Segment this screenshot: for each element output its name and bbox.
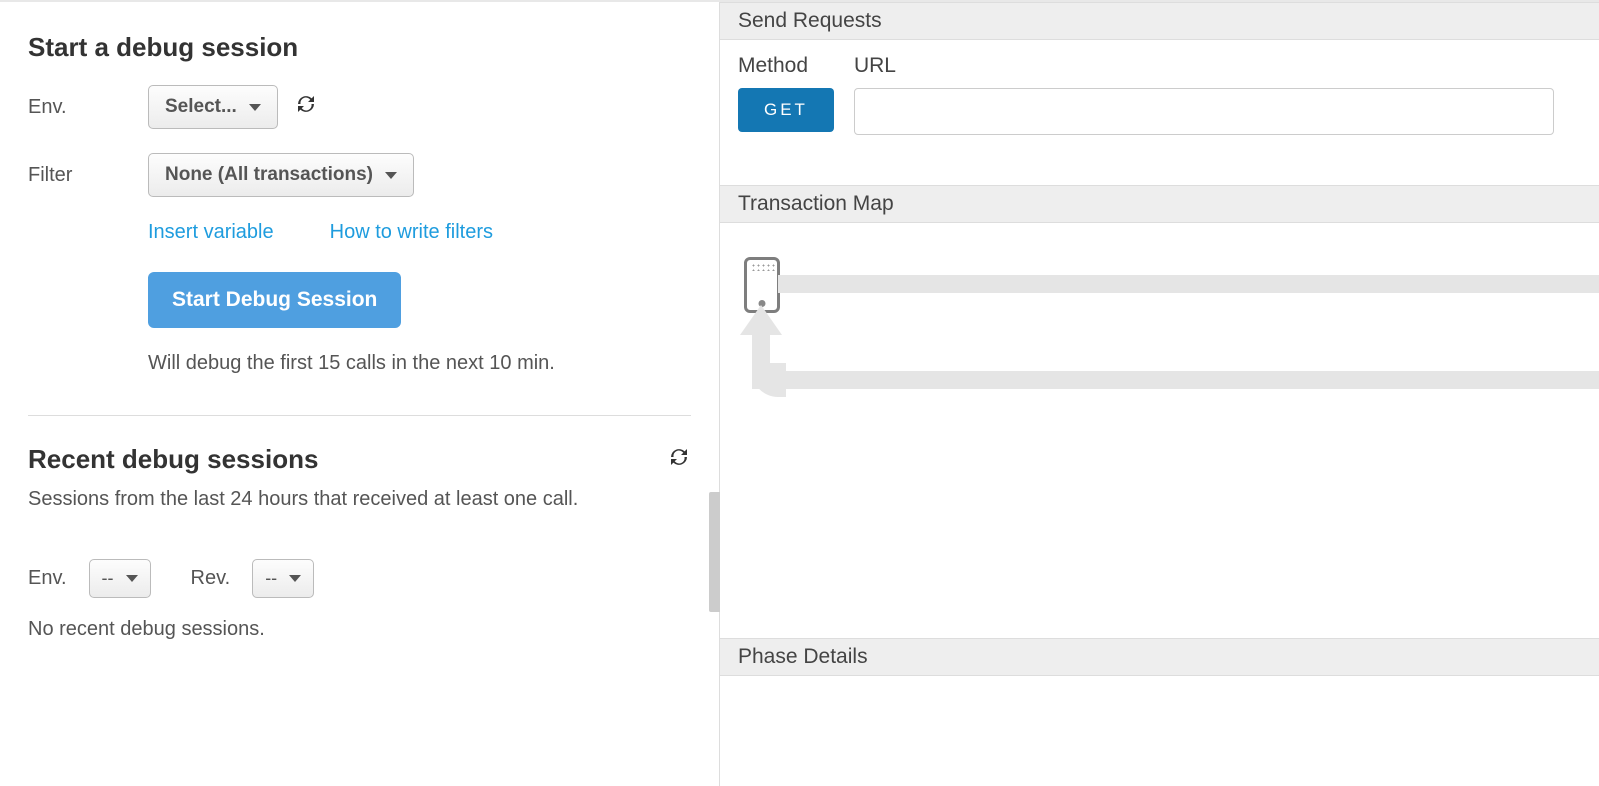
- left-panel: Start a debug session Env. Select... Fil…: [0, 2, 720, 786]
- url-label: URL: [854, 54, 1581, 78]
- recent-sessions-title: Recent debug sessions: [28, 444, 318, 475]
- caret-down-icon: [385, 172, 397, 179]
- how-to-write-filters-link[interactable]: How to write filters: [330, 221, 493, 244]
- panel-divider-handle[interactable]: [709, 492, 720, 612]
- recent-rev-dropdown[interactable]: --: [252, 559, 314, 598]
- env-dropdown[interactable]: Select...: [148, 85, 278, 129]
- send-requests-header: Send Requests: [720, 2, 1599, 40]
- flow-arrow: [752, 323, 770, 389]
- divider: [28, 415, 691, 416]
- recent-filters-row: Env. -- Rev. --: [28, 559, 691, 598]
- filter-dropdown-label: None (All transactions): [165, 164, 373, 186]
- filter-row: Filter None (All transactions): [28, 153, 691, 197]
- recent-env-dropdown-label: --: [102, 568, 114, 589]
- recent-env-dropdown[interactable]: --: [89, 559, 151, 598]
- transaction-map-body: [720, 223, 1599, 473]
- caret-down-icon: [126, 575, 138, 582]
- right-panel: Send Requests Method GET URL Transaction…: [720, 2, 1599, 786]
- no-recent-sessions-text: No recent debug sessions.: [28, 618, 691, 641]
- transaction-map-header: Transaction Map: [720, 185, 1599, 223]
- env-dropdown-label: Select...: [165, 96, 237, 118]
- phase-details-header: Phase Details: [720, 638, 1599, 676]
- url-column: URL: [854, 54, 1581, 135]
- start-help-text: Will debug the first 15 calls in the nex…: [148, 352, 691, 375]
- start-session-title: Start a debug session: [28, 32, 691, 63]
- filter-links-row: Insert variable How to write filters: [148, 221, 691, 244]
- arrow-up-icon: [740, 305, 782, 335]
- recent-rev-dropdown-label: --: [265, 568, 277, 589]
- method-dropdown[interactable]: GET: [738, 88, 834, 132]
- method-column: Method GET: [738, 54, 834, 135]
- filter-label: Filter: [28, 164, 148, 187]
- env-row: Env. Select...: [28, 85, 691, 129]
- recent-sessions-header: Recent debug sessions: [28, 444, 691, 475]
- url-input[interactable]: [854, 88, 1554, 135]
- filter-dropdown[interactable]: None (All transactions): [148, 153, 414, 197]
- env-refresh-icon[interactable]: [294, 92, 318, 122]
- send-requests-body: Method GET URL: [720, 40, 1599, 185]
- insert-variable-link[interactable]: Insert variable: [148, 221, 274, 244]
- caret-down-icon: [289, 575, 301, 582]
- recent-refresh-icon[interactable]: [667, 445, 691, 475]
- start-debug-session-button[interactable]: Start Debug Session: [148, 272, 401, 328]
- method-label: Method: [738, 54, 834, 78]
- recent-rev-label: Rev.: [191, 567, 231, 590]
- recent-sessions-description: Sessions from the last 24 hours that rec…: [28, 483, 691, 515]
- recent-env-label: Env.: [28, 567, 67, 590]
- flow-top-bar: [778, 275, 1599, 293]
- caret-down-icon: [249, 104, 261, 111]
- env-label: Env.: [28, 96, 148, 119]
